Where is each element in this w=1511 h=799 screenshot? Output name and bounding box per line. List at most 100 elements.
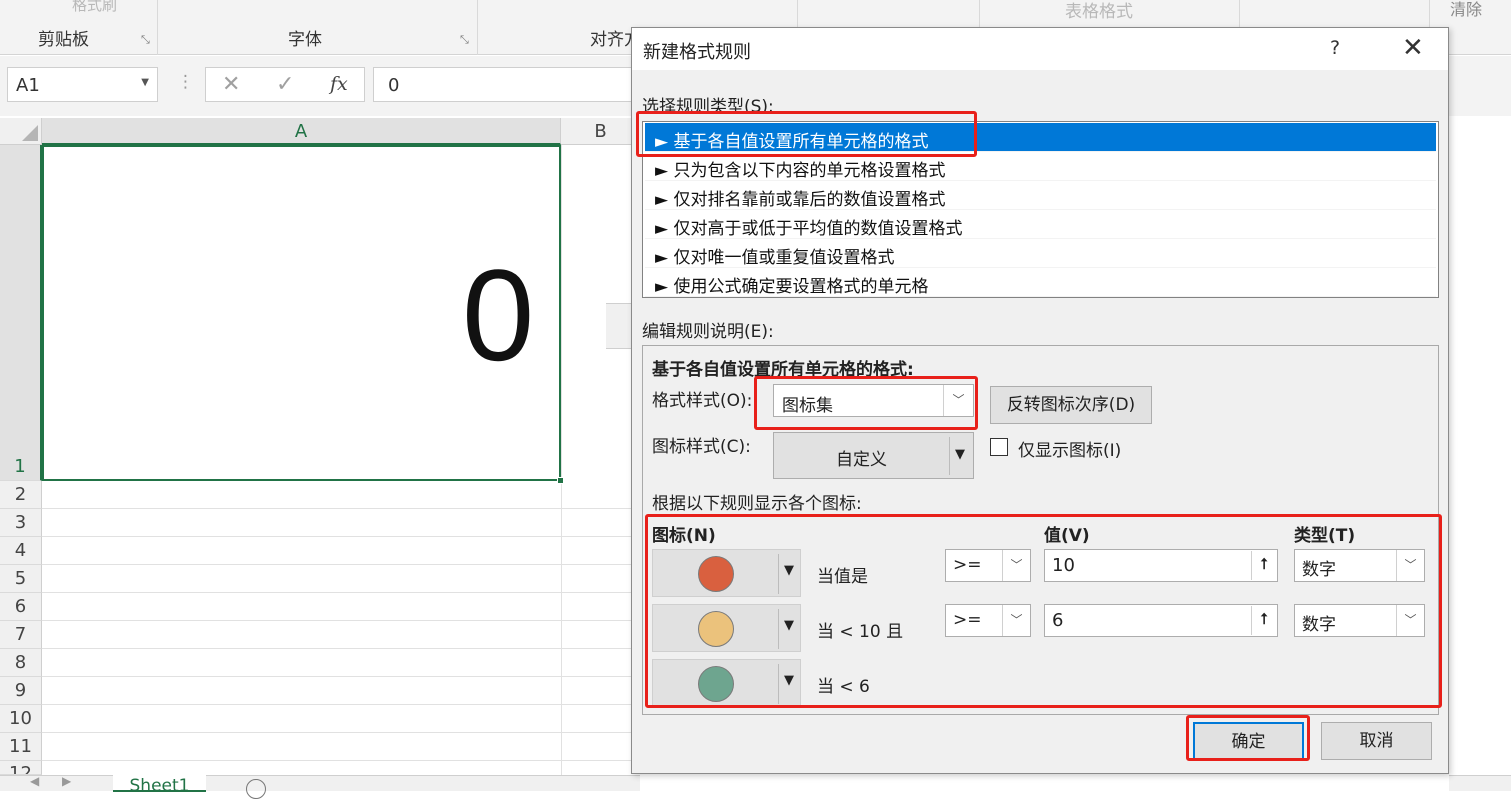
format-style-select[interactable]: 图标集 ﹀ xyxy=(773,384,974,417)
clear-button[interactable]: 清除 xyxy=(1450,0,1482,20)
quick-analysis-button[interactable] xyxy=(606,303,632,349)
row-header-5[interactable]: 5 xyxy=(0,565,42,593)
icon-select-1[interactable]: ▼ xyxy=(652,549,801,597)
value-input-2[interactable]: 6 ⭡ xyxy=(1044,604,1278,637)
rule-type-item-top-bottom[interactable]: ► 仅对排名靠前或靠后的数值设置格式 xyxy=(645,181,1436,210)
rule-type-item-formula[interactable]: ► 使用公式确定要设置格式的单元格 xyxy=(645,268,1436,297)
yellow-circle-icon xyxy=(698,611,734,647)
row-header-4[interactable]: 4 xyxy=(0,537,42,565)
condition-label-1: 当值是 xyxy=(817,567,868,587)
rule-type-item-contains[interactable]: ► 只为包含以下内容的单元格设置格式 xyxy=(645,152,1436,181)
grid-line xyxy=(42,648,632,649)
value-input-1[interactable]: 10 ⭡ xyxy=(1044,549,1278,582)
row-header-9[interactable]: 9 xyxy=(0,677,42,705)
chevron-down-icon[interactable]: ▼ xyxy=(784,673,794,688)
row-header-7[interactable]: 7 xyxy=(0,621,42,649)
cell-a1-value: 0 xyxy=(462,242,535,388)
formula-input[interactable]: 0 xyxy=(373,67,643,102)
row-header-8[interactable]: 8 xyxy=(0,649,42,677)
grid-line xyxy=(42,592,632,593)
row-header-2[interactable]: 2 xyxy=(0,481,42,509)
dialog-launcher-icon[interactable]: ⤡ xyxy=(141,33,150,47)
grid-line xyxy=(42,536,632,537)
ribbon-group-font: 字体 ⤡ xyxy=(158,0,478,55)
close-icon[interactable]: ✕ xyxy=(1402,33,1424,63)
type-column-header: 类型(T) xyxy=(1294,526,1356,546)
table-format-button[interactable]: 表格格式 xyxy=(1065,0,1133,22)
rule-type-list[interactable]: ► 基于各自值设置所有单元格的格式 ► 只为包含以下内容的单元格设置格式 ► 仅… xyxy=(642,121,1439,298)
row-header-10[interactable]: 10 xyxy=(0,705,42,733)
add-sheet-icon[interactable] xyxy=(246,779,266,799)
grid-line xyxy=(42,732,632,733)
scroll-right-icon[interactable]: ▶ xyxy=(62,774,71,788)
operator-select-1[interactable]: >= ﹀ xyxy=(945,549,1031,582)
collapse-dialog-icon[interactable]: ⭡ xyxy=(1251,606,1276,635)
type-value-1: 数字 xyxy=(1302,560,1336,580)
row-header-3[interactable]: 3 xyxy=(0,509,42,537)
grid-line xyxy=(561,145,562,775)
column-header-a[interactable]: A xyxy=(42,118,561,145)
help-icon[interactable]: ? xyxy=(1330,37,1340,59)
fx-icon[interactable]: fx xyxy=(330,73,348,95)
reverse-icon-order-button[interactable]: 反转图标次序(D) xyxy=(990,386,1152,424)
dialog-title: 新建格式规则 xyxy=(643,42,751,63)
horizontal-scrollbar[interactable] xyxy=(1449,775,1511,791)
row-header-12[interactable]: 12 xyxy=(0,761,42,775)
grid-line xyxy=(42,508,632,509)
drag-handle-icon[interactable]: ⋮ xyxy=(177,72,194,92)
chevron-down-icon[interactable]: ▼ xyxy=(784,618,794,633)
show-icon-only-checkbox[interactable] xyxy=(990,438,1008,456)
type-select-1[interactable]: 数字 ﹀ xyxy=(1294,549,1425,582)
ribbon-label-clipboard: 剪贴板 xyxy=(38,30,89,50)
chevron-down-icon[interactable]: ▼ xyxy=(141,77,149,88)
chevron-down-icon[interactable]: ▼ xyxy=(784,563,794,578)
sheet-tab-bar: ◀ ▶ Sheet1 xyxy=(0,774,640,799)
edit-rule-label: 编辑规则说明(E): xyxy=(642,322,774,342)
divider xyxy=(949,437,950,475)
sheet-tab-sheet1[interactable]: Sheet1 xyxy=(113,775,206,792)
format-painter-button[interactable]: 格式刷 xyxy=(72,0,117,15)
grid-line xyxy=(42,760,632,761)
column-header-b[interactable]: B xyxy=(561,118,641,145)
select-all-corner[interactable] xyxy=(0,118,42,145)
row-header-6[interactable]: 6 xyxy=(0,593,42,621)
ok-button[interactable]: 确定 xyxy=(1193,722,1304,760)
cancel-entry-icon[interactable]: ✕ xyxy=(222,72,240,97)
cancel-button[interactable]: 取消 xyxy=(1321,722,1432,760)
icon-select-3[interactable]: ▼ xyxy=(652,659,801,707)
value-column-header: 值(V) xyxy=(1044,526,1090,546)
condition-label-2: 当 < 10 且 xyxy=(817,622,904,642)
rule-type-item-each-value[interactable]: ► 基于各自值设置所有单元格的格式 xyxy=(645,123,1436,152)
ribbon-group-clipboard: 格式刷 剪贴板 ⤡ xyxy=(0,0,158,55)
icon-style-label: 图标样式(C): xyxy=(652,437,751,457)
name-box-value: A1 xyxy=(16,75,40,96)
chevron-down-icon[interactable]: ﹀ xyxy=(943,385,973,416)
chevron-down-icon[interactable]: ﹀ xyxy=(1002,550,1030,581)
collapse-dialog-icon[interactable]: ⭡ xyxy=(1251,551,1276,580)
rule-type-label: 选择规则类型(S): xyxy=(642,97,774,117)
rule-type-item-above-below-average[interactable]: ► 仅对高于或低于平均值的数值设置格式 xyxy=(645,210,1436,239)
row-header-11[interactable]: 11 xyxy=(0,733,42,761)
value-2: 6 xyxy=(1052,610,1064,631)
formula-buttons: ✕ ✓ fx xyxy=(205,67,365,102)
confirm-entry-icon[interactable]: ✓ xyxy=(276,72,294,97)
chevron-down-icon[interactable]: ﹀ xyxy=(1396,550,1424,581)
ribbon-label-font: 字体 xyxy=(288,30,322,50)
row-header-1[interactable]: 1 xyxy=(0,145,42,481)
rule-type-item-unique-duplicate[interactable]: ► 仅对唯一值或重复值设置格式 xyxy=(645,239,1436,268)
chevron-down-icon[interactable]: ▼ xyxy=(955,447,965,462)
scroll-left-icon[interactable]: ◀ xyxy=(30,774,39,788)
edit-rule-panel: 基于各自值设置所有单元格的格式: 格式样式(O): 图标集 ﹀ 反转图标次序(D… xyxy=(642,345,1439,715)
green-circle-icon xyxy=(698,666,734,702)
icon-select-2[interactable]: ▼ xyxy=(652,604,801,652)
fill-handle[interactable] xyxy=(557,477,564,484)
value-1: 10 xyxy=(1052,555,1075,576)
name-box[interactable]: A1 ▼ xyxy=(7,67,158,102)
type-select-2[interactable]: 数字 ﹀ xyxy=(1294,604,1425,637)
chevron-down-icon[interactable]: ﹀ xyxy=(1396,605,1424,636)
icon-rules-label: 根据以下规则显示各个图标: xyxy=(652,494,862,514)
chevron-down-icon[interactable]: ﹀ xyxy=(1002,605,1030,636)
operator-select-2[interactable]: >= ﹀ xyxy=(945,604,1031,637)
icon-style-select[interactable]: 自定义 ▼ xyxy=(773,432,974,479)
dialog-launcher-icon[interactable]: ⤡ xyxy=(460,33,469,47)
